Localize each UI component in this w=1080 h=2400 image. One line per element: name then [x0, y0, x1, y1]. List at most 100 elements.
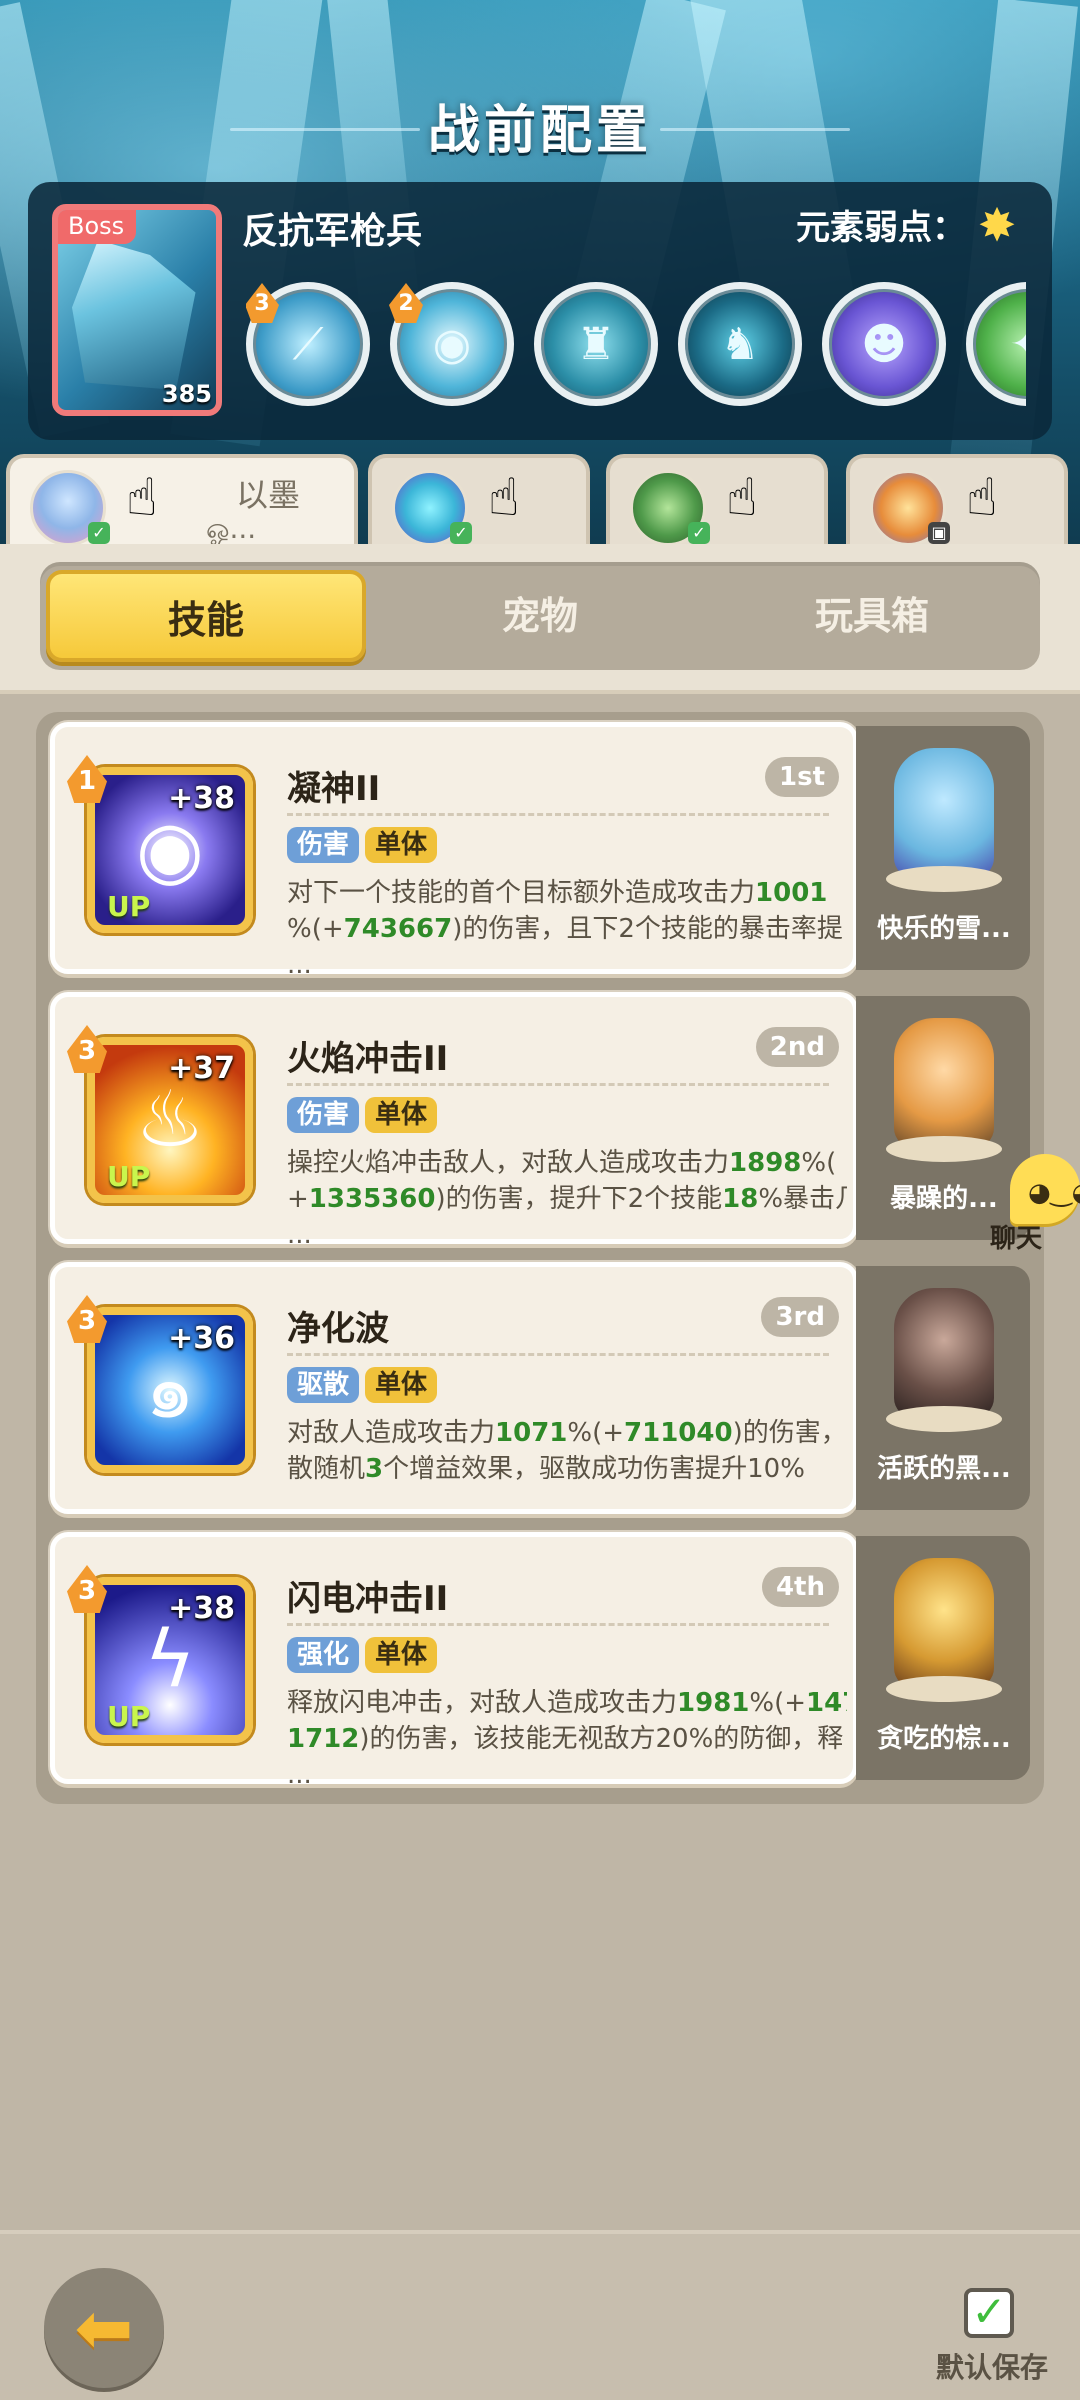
upgrade-badge: UP — [107, 1160, 151, 1193]
divider — [287, 1353, 829, 1356]
skill-name: 闪电冲击II — [287, 1579, 449, 1619]
skill-card[interactable]: ◉ +38 UP 1 凝神II 1st 伤害 单体 对下一个技能的首个目标额外造成… — [50, 722, 858, 980]
fire-skill-icon[interactable]: ♨ +37 UP — [87, 1037, 253, 1203]
skill-order-badge: 2nd — [755, 1027, 839, 1067]
back-button[interactable]: ⬅ — [44, 2268, 164, 2388]
tab-toybox[interactable]: 玩具箱 — [712, 570, 1032, 662]
ice-spear-icon[interactable]: ⟋ 3 — [246, 282, 370, 406]
skill-description: 对下一个技能的首个目标额外造成攻击力1001 %(+743667)的伤害，且下2… — [287, 878, 843, 980]
pet-name: 贪吃的棕... — [877, 1724, 1011, 1754]
skill-level-badge: 1 — [67, 755, 107, 803]
skill-tag-target: 单体 — [365, 1367, 438, 1403]
team-tab-2[interactable]: ✓ ☝ — [368, 454, 590, 546]
team-tab-4[interactable]: ▣ ☝ — [846, 454, 1068, 546]
pet-name: 暴躁的... — [890, 1184, 998, 1214]
skill-tag-target: 单体 — [365, 1097, 438, 1133]
smiley-icon: ◕‿◕ — [1028, 1178, 1080, 1208]
weakness-label: 元素弱点： — [796, 208, 966, 248]
skill-bonus: +37 — [168, 1051, 235, 1086]
default-save-checkbox[interactable]: ✓ — [964, 2288, 1014, 2338]
skill-level-badge: 3 — [67, 1565, 107, 1613]
check-icon: ✓ — [88, 522, 110, 544]
skill-order-badge: 1st — [765, 757, 839, 797]
light-element-icon: ✸ — [977, 198, 1017, 252]
chat-label: 聊天 — [990, 1224, 1043, 1254]
skill-name: 凝神II — [287, 769, 381, 809]
skill-bonus: +36 — [168, 1321, 235, 1356]
divider — [287, 813, 829, 816]
bottom-bar: ⬅ — [0, 2230, 1080, 2400]
eye-icon[interactable]: ◉ 2 — [389, 282, 514, 406]
skill-card[interactable]: ϟ +38 UP 3 闪电冲击II 4th 强化 单体 释放闪电冲击，对敌人造成攻… — [50, 1532, 858, 1790]
skill-bonus: +38 — [168, 1591, 235, 1626]
pointing-hand-icon: ☝ — [726, 468, 758, 528]
default-save-label: 默认保存 — [936, 2351, 1049, 2384]
skill-tag-type: 伤害 — [287, 827, 360, 863]
skill-tags: 强化 单体 — [287, 1637, 443, 1673]
skill-card[interactable]: ๑ +36 3 净化波 3rd 驱散 单体 对敌人造成攻击力1071%(+7110… — [50, 1262, 858, 1514]
totem-icon[interactable]: ♜ — [534, 282, 658, 406]
skill-tags: 驱散 单体 — [287, 1367, 443, 1403]
chat-button[interactable]: ◕‿◕ — [1010, 1154, 1080, 1224]
purify-skill-icon[interactable]: ๑ +36 — [87, 1307, 253, 1473]
upgrade-badge: UP — [107, 890, 151, 923]
check-icon: ✓ — [971, 2287, 1007, 2336]
lock-icon: ▣ — [928, 522, 950, 544]
boss-card[interactable]: Boss 385 — [52, 204, 222, 416]
pet-pedestal — [886, 1136, 1002, 1162]
boss-portrait — [72, 240, 196, 390]
pet-pedestal — [886, 1676, 1002, 1702]
skill-tag-type: 强化 — [287, 1637, 360, 1673]
skill-tag-target: 单体 — [365, 1637, 438, 1673]
category-tabbar: 技能 宠物 玩具箱 — [40, 562, 1040, 670]
skill-order-badge: 4th — [761, 1567, 839, 1607]
team-tab-3[interactable]: ✓ ☝ — [606, 454, 828, 546]
pet-name: 快乐的雪... — [877, 914, 1011, 944]
pet-slot[interactable]: 贪吃的棕... — [856, 1536, 1030, 1780]
pointing-hand-icon: ☝ — [126, 468, 158, 528]
dark-beast-icon[interactable]: ♞ — [678, 282, 802, 406]
pet-figure — [894, 1018, 994, 1148]
skill-tags: 伤害 单体 — [287, 1097, 443, 1133]
check-icon: ✓ — [450, 522, 472, 544]
skill-tag-type: 驱散 — [287, 1367, 360, 1403]
lightning-skill-icon[interactable]: ϟ +38 UP — [87, 1577, 253, 1743]
pointing-hand-icon: ☝ — [966, 468, 998, 528]
skill-tags: 伤害 单体 — [287, 827, 443, 863]
pet-figure — [894, 1288, 994, 1418]
purple-ghost-icon[interactable]: ☻ — [822, 282, 946, 406]
skill-tag-target: 单体 — [365, 827, 438, 863]
skill-count-badge: 3 — [246, 283, 279, 323]
skill-level-badge: 3 — [67, 1025, 107, 1073]
pet-pedestal — [886, 1406, 1002, 1432]
boss-name: 反抗军枪兵 — [242, 211, 423, 252]
pointing-hand-icon: ☝ — [488, 468, 520, 528]
boss-tag: Boss — [58, 210, 137, 244]
boss-skill-row: ⟋ 3 ◉ 2 ♜ ♞ ☻ ✦ — [246, 282, 1026, 412]
skill-order-badge: 3rd — [761, 1297, 839, 1337]
pet-figure — [894, 748, 994, 878]
skill-list: ◉ +38 UP 1 凝神II 1st 伤害 单体 对下一个技能的首个目标额外造成… — [36, 712, 1044, 1804]
pet-name: 活跃的黑... — [877, 1454, 1011, 1484]
divider — [287, 1083, 829, 1086]
skill-description: 释放闪电冲击，对敌人造成攻击力1981%(+147 1712)的伤害，该技能无视… — [287, 1688, 847, 1790]
skill-count-badge: 2 — [389, 283, 423, 323]
eye-skill-icon[interactable]: ◉ +38 UP — [87, 767, 253, 933]
boss-info-panel: Boss 385 反抗军枪兵 元素弱点： ✸ ⟋ 3 ◉ 2 ♜ ♞ ☻ ✦ — [28, 182, 1052, 440]
skill-card[interactable]: ♨ +37 UP 3 火焰冲击II 2nd 伤害 单体 操控火焰冲击敌人，对敌人造… — [50, 992, 858, 1250]
divider — [287, 1623, 829, 1626]
skill-level-badge: 3 — [67, 1295, 107, 1343]
green-skill-icon[interactable]: ✦ — [966, 282, 1026, 406]
pet-slot[interactable]: 快乐的雪... — [856, 726, 1030, 970]
skill-tag-type: 伤害 — [287, 1097, 360, 1133]
tab-pets[interactable]: 宠物 — [380, 570, 700, 662]
pet-slot[interactable]: 暴躁的... — [856, 996, 1030, 1240]
back-arrow-icon: ⬅ — [74, 2287, 134, 2369]
pet-pedestal — [886, 866, 1002, 892]
upgrade-badge: UP — [107, 1700, 151, 1733]
tab-skills[interactable]: 技能 — [46, 570, 366, 662]
team-tab-1[interactable]: ✓ ☝ 以墨 ஓ... — [6, 454, 358, 546]
pet-slot[interactable]: 活跃的黑... — [856, 1266, 1030, 1510]
boss-level: 385 — [161, 380, 212, 408]
skill-name: 火焰冲击II — [287, 1039, 449, 1079]
